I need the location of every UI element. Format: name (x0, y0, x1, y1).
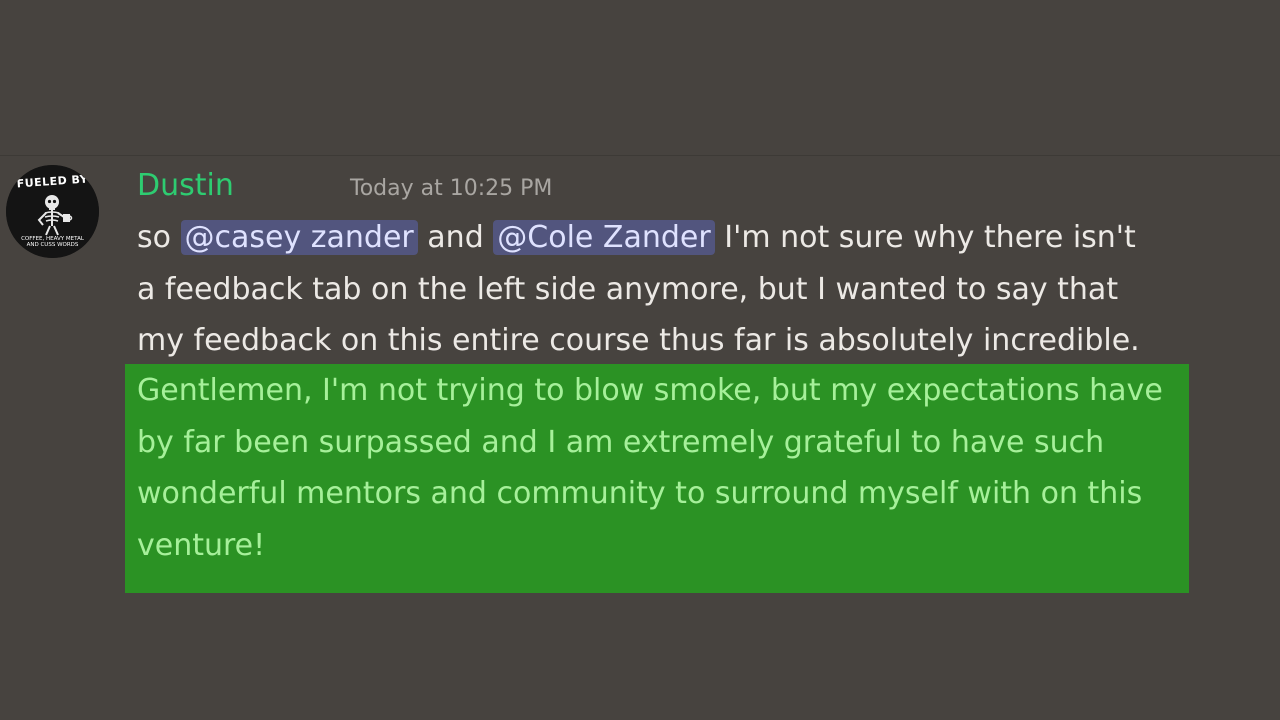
message-line: so @casey zander and @Cole Zander I'm no… (137, 212, 1217, 264)
message-text: so (137, 220, 181, 255)
user-avatar[interactable]: FUELED BY COFFEE, HEAVY METAL AND CUSS W… (6, 165, 99, 258)
mention-cole-zander[interactable]: @Cole Zander (493, 220, 715, 255)
message-content: so @casey zander and @Cole Zander I'm no… (137, 212, 1217, 367)
message-divider (0, 155, 1280, 156)
highlighted-message-text: Gentlemen, I'm not trying to blow smoke,… (137, 365, 1163, 571)
message-timestamp[interactable]: Today at 10:25 PM (350, 174, 552, 204)
message-line: a feedback tab on the left side anymore,… (137, 271, 1119, 307)
author-name[interactable]: Dustin (137, 166, 234, 206)
highlighted-line: venture! (137, 527, 266, 563)
message-line: my feedback on this entire course thus f… (137, 323, 1140, 358)
avatar-text-bottom: COFFEE, HEAVY METAL AND CUSS WORDS (21, 236, 84, 248)
highlighted-line: by far been surpassed and I am extremely… (137, 424, 1105, 460)
highlighted-line: wonderful mentors and community to surro… (137, 476, 1143, 511)
message-text: and (417, 220, 494, 255)
message-text: I'm not sure why there isn't (714, 220, 1136, 255)
chat-message: FUELED BY COFFEE, HEAVY METAL AND CUSS W… (0, 160, 1280, 610)
highlighted-line: Gentlemen, I'm not trying to blow smoke,… (137, 373, 1163, 408)
mention-casey-zander[interactable]: @casey zander (180, 220, 418, 255)
